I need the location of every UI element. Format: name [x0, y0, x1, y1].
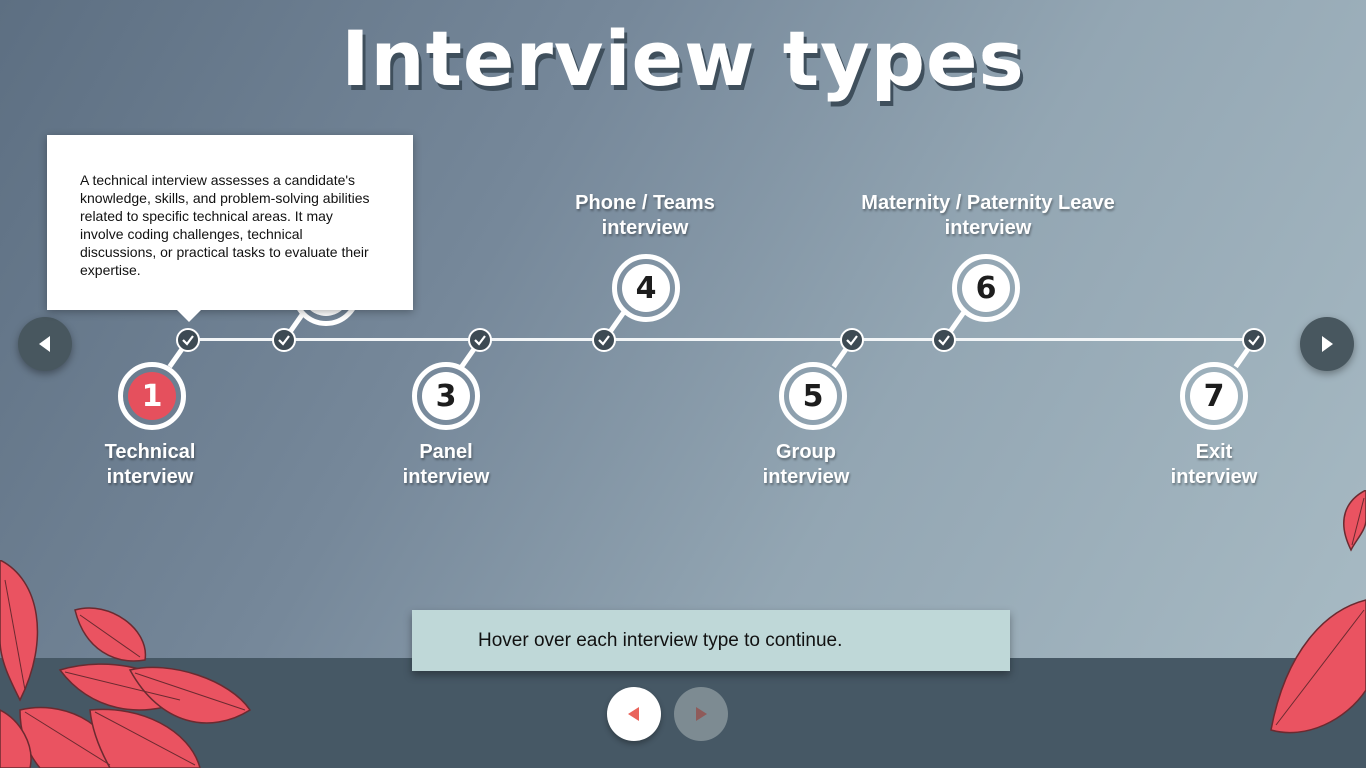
item-5-number: 5	[789, 372, 837, 420]
item-1-label-line1: Technical	[104, 441, 196, 463]
check-icon	[272, 328, 296, 352]
item-5-label-line2: interview	[762, 466, 850, 488]
item-4-number: 4	[622, 264, 670, 312]
triangle-left-icon	[628, 707, 639, 721]
item-7-label[interactable]: Exit interview	[1104, 440, 1324, 490]
leaves-decoration-left-icon	[0, 560, 252, 768]
timeline-next-button[interactable]	[1300, 317, 1354, 371]
item-1-label[interactable]: Technical interview	[40, 440, 260, 490]
item-7-label-line2: interview	[1170, 466, 1258, 488]
item-6-label-line1: Maternity / Paternity Leave	[861, 192, 1115, 214]
item-3-number: 3	[422, 372, 470, 420]
triangle-right-icon	[696, 707, 707, 721]
timeline-line	[188, 338, 1254, 341]
item-3-label-line2: interview	[402, 466, 490, 488]
timeline-prev-button[interactable]	[18, 317, 72, 371]
item-6-label[interactable]: Maternity / Paternity Leave interview	[848, 191, 1128, 241]
item-5-bubble[interactable]: 5	[779, 362, 847, 430]
check-icon	[932, 328, 956, 352]
prev-slide-button[interactable]	[607, 687, 661, 741]
check-icon	[176, 328, 200, 352]
page-title: Interview types	[341, 14, 1025, 103]
item-1-number: 1	[128, 372, 176, 420]
item-4-bubble[interactable]: 4	[612, 254, 680, 322]
item-3-label-line1: Panel	[419, 441, 473, 463]
item-1-bubble[interactable]: 1	[118, 362, 186, 430]
item-3-bubble[interactable]: 3	[412, 362, 480, 430]
item-6-number: 6	[962, 264, 1010, 312]
item-5-label-line1: Group	[776, 441, 836, 463]
item-4-label[interactable]: Phone / Teams interview	[535, 191, 755, 241]
item-6-bubble[interactable]: 6	[952, 254, 1020, 322]
triangle-right-icon	[1322, 336, 1333, 352]
item-5-label[interactable]: Group interview	[696, 440, 916, 490]
check-icon	[1242, 328, 1266, 352]
item-1-label-line2: interview	[106, 466, 194, 488]
tooltip: A technical interview assesses a candida…	[47, 135, 413, 322]
item-3-label[interactable]: Panel interview	[336, 440, 556, 490]
item-7-label-line1: Exit	[1195, 441, 1233, 463]
item-7-bubble[interactable]: 7	[1180, 362, 1248, 430]
hint-box: Hover over each interview type to contin…	[412, 610, 1010, 671]
next-slide-button[interactable]	[674, 687, 728, 741]
tooltip-text: A technical interview assesses a candida…	[80, 172, 370, 278]
item-6-label-line2: interview	[944, 217, 1032, 239]
item-4-label-line1: Phone / Teams	[575, 192, 715, 214]
leaves-decoration-right-icon	[1270, 490, 1366, 734]
item-7-number: 7	[1190, 372, 1238, 420]
triangle-left-icon	[39, 336, 50, 352]
check-icon	[592, 328, 616, 352]
check-icon	[468, 328, 492, 352]
item-4-label-line2: interview	[601, 217, 689, 239]
check-icon	[840, 328, 864, 352]
hint-text: Hover over each interview type to contin…	[478, 629, 843, 651]
